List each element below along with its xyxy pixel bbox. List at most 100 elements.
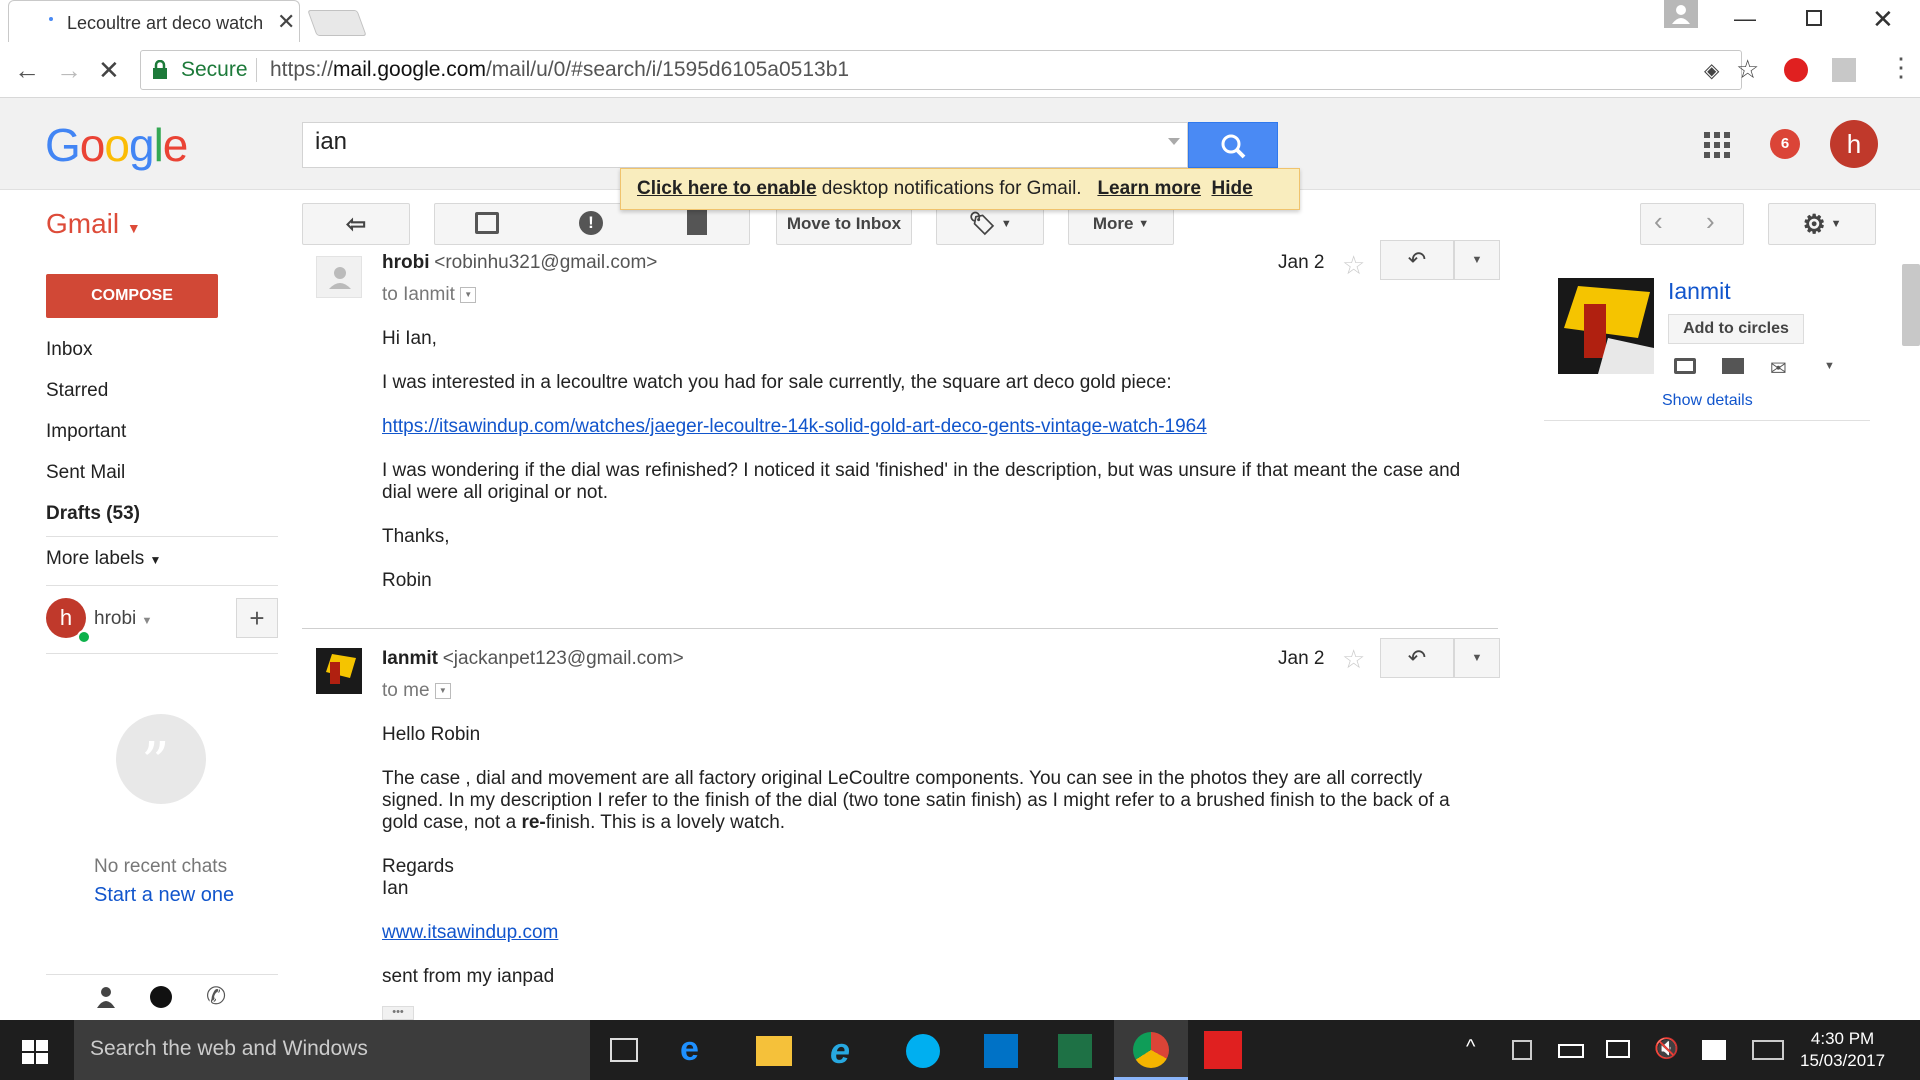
- hide-link[interactable]: Hide: [1211, 178, 1252, 199]
- tab-close-icon[interactable]: ✕: [277, 9, 295, 35]
- url-text[interactable]: https://mail.google.com/mail/u/0/#search…: [270, 58, 849, 82]
- avatar[interactable]: h: [1830, 120, 1878, 168]
- message-1-star-icon[interactable]: ☆: [1342, 250, 1365, 281]
- stop-icon[interactable]: ✕: [98, 55, 120, 86]
- url-path: /mail/u/0/#search/i/1595d6105a0513b1: [485, 58, 850, 81]
- apps-grid-icon[interactable]: [1704, 132, 1730, 158]
- more-labels-button[interactable]: More labels ▼: [46, 548, 161, 570]
- internet-explorer-icon[interactable]: e: [830, 1030, 870, 1071]
- back-arrow-icon: ⇦: [345, 210, 367, 238]
- edge-browser-icon[interactable]: e: [680, 1030, 720, 1070]
- message-2-more-button[interactable]: ▼: [1454, 638, 1500, 678]
- skype-icon[interactable]: [906, 1034, 940, 1068]
- outlook-icon[interactable]: [984, 1034, 1018, 1068]
- watch-listing-link[interactable]: https://itsawindup.com/watches/jaeger-le…: [382, 416, 1207, 438]
- search-input[interactable]: [302, 122, 1188, 168]
- learn-more-link[interactable]: Learn more: [1097, 178, 1200, 199]
- message-1-more-button[interactable]: ▼: [1454, 240, 1500, 280]
- newer-icon[interactable]: ‹: [1654, 206, 1663, 237]
- enable-notifications-link[interactable]: Click here to enable: [637, 178, 817, 199]
- video-call-icon[interactable]: [1722, 358, 1744, 374]
- website-link[interactable]: www.itsawindup.com: [382, 922, 558, 944]
- sidebar-item-starred[interactable]: Starred: [46, 380, 108, 402]
- battery-icon[interactable]: [1558, 1044, 1584, 1058]
- sidebar-item-important[interactable]: Important: [46, 421, 126, 443]
- report-spam-icon[interactable]: !: [579, 211, 603, 235]
- delete-icon[interactable]: [687, 210, 707, 235]
- forward-icon[interactable]: →: [56, 55, 82, 86]
- compose-button[interactable]: COMPOSE: [46, 274, 218, 318]
- scrollbar-thumb[interactable]: [1902, 264, 1920, 346]
- task-view-icon[interactable]: [610, 1038, 638, 1062]
- message-1-header[interactable]: hrobi <robinhu321@gmail.com>: [382, 252, 657, 274]
- close-window-icon[interactable]: ✕: [1872, 4, 1894, 35]
- profile-icon[interactable]: [1664, 0, 1698, 28]
- excel-icon[interactable]: [1058, 1034, 1092, 1068]
- menu-icon[interactable]: ⋮: [1888, 54, 1914, 80]
- volume-muted-icon[interactable]: 🔇: [1654, 1036, 1679, 1061]
- taskbar-clock[interactable]: 4:30 PM 15/03/2017: [1800, 1028, 1885, 1072]
- notification-badge[interactable]: 6: [1770, 129, 1800, 159]
- minimize-icon[interactable]: —: [1734, 6, 1756, 32]
- google-logo[interactable]: Google: [45, 118, 188, 172]
- browser-tab[interactable]: Lecoultre art deco watch ✕: [8, 0, 300, 43]
- settings-button[interactable]: ⚙ ▼: [1768, 203, 1876, 245]
- new-tab-button[interactable]: [307, 10, 367, 36]
- show-details-link[interactable]: Show details: [1662, 392, 1753, 410]
- search-input-value: ian: [315, 128, 348, 155]
- message-2-sender: Ianmit: [382, 648, 438, 669]
- adblock-icon[interactable]: [1784, 58, 1808, 82]
- email-icon[interactable]: ✉: [1770, 356, 1787, 381]
- add-to-circles-button[interactable]: Add to circles: [1668, 314, 1804, 344]
- message-2-recipient[interactable]: to me ▼: [382, 680, 451, 702]
- pdf-extension-icon[interactable]: [1832, 58, 1856, 82]
- back-to-search-button[interactable]: ⇦: [302, 203, 410, 245]
- chrome-taskbar-button[interactable]: [1114, 1020, 1188, 1080]
- touch-keyboard-icon[interactable]: [1752, 1040, 1784, 1060]
- keyboard-language-icon[interactable]: [1512, 1040, 1532, 1060]
- url-host: mail.google.com: [333, 58, 486, 81]
- sidebar-item-inbox[interactable]: Inbox: [46, 339, 92, 361]
- contact-more-chevron-icon[interactable]: ▼: [1824, 360, 1835, 372]
- contacts-icon[interactable]: [96, 986, 116, 1008]
- sidebar-item-sent-mail[interactable]: Sent Mail: [46, 462, 125, 484]
- view-site-info-icon[interactable]: ◈: [1704, 58, 1719, 83]
- chat-icon[interactable]: [1674, 358, 1696, 374]
- message-1-reply-button[interactable]: ↶: [1380, 240, 1454, 280]
- message-1-recipient[interactable]: to Ianmit ▼: [382, 284, 477, 306]
- search-options-icon[interactable]: [1168, 138, 1180, 145]
- message-2-date: Jan 2: [1278, 648, 1325, 669]
- chat-user-menu[interactable]: hrobi ▼: [94, 608, 152, 630]
- chevron-down-icon: ▼: [1471, 652, 1483, 664]
- file-explorer-icon[interactable]: [756, 1036, 792, 1066]
- search-button[interactable]: [1188, 122, 1278, 168]
- sidebar-item-drafts[interactable]: Drafts (53): [46, 503, 140, 525]
- contact-name[interactable]: Ianmit: [1668, 278, 1731, 305]
- new-chat-plus-icon[interactable]: +: [236, 598, 278, 638]
- show-trimmed-content-button[interactable]: •••: [382, 1006, 414, 1020]
- show-hidden-icons-chevron-icon[interactable]: ^: [1466, 1036, 1475, 1059]
- url-scheme: https://: [270, 58, 334, 81]
- more-labels-label: More labels: [46, 548, 145, 569]
- message-2-line: gold case, not a re-finish. This is a lo…: [382, 812, 785, 834]
- back-icon[interactable]: ←: [14, 55, 40, 86]
- restore-icon[interactable]: [1806, 10, 1822, 26]
- action-center-icon[interactable]: [1702, 1040, 1726, 1060]
- chat-user-name: hrobi: [94, 608, 137, 629]
- gmail-menu[interactable]: Gmail ▼: [46, 208, 141, 240]
- message-2-reply-button[interactable]: ↶: [1380, 638, 1454, 678]
- message-2-text: gold case, not a: [382, 812, 522, 833]
- message-2-star-icon[interactable]: ☆: [1342, 644, 1365, 675]
- phone-icon[interactable]: ✆: [206, 982, 226, 1011]
- older-icon[interactable]: ›: [1706, 206, 1715, 237]
- bookmark-star-icon[interactable]: ☆: [1736, 54, 1759, 85]
- acrobat-icon[interactable]: [1204, 1031, 1242, 1069]
- windows-start-icon[interactable]: [22, 1040, 48, 1064]
- taskbar-search-input[interactable]: Search the web and Windows: [74, 1020, 590, 1080]
- network-icon[interactable]: [1606, 1040, 1630, 1058]
- reply-arrow-icon: ↶: [1407, 247, 1427, 272]
- start-new-chat-link[interactable]: Start a new one: [94, 884, 234, 907]
- message-2-header[interactable]: Ianmit <jackanpet123@gmail.com>: [382, 648, 684, 670]
- hangouts-icon[interactable]: [150, 986, 172, 1008]
- archive-icon[interactable]: [475, 212, 499, 234]
